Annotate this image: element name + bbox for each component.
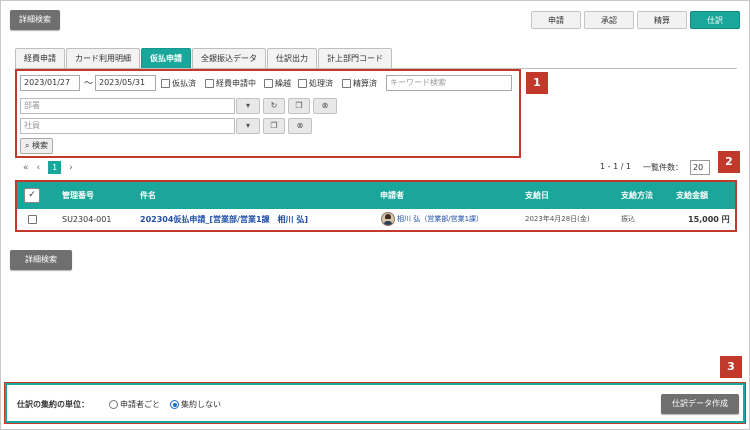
radio-dot[interactable] [170,400,179,409]
tab-bar: 経費申請 カード利用明細 仮払申請 全銀振込データ 仕訳出力 計上部門コード [15,48,393,69]
checkbox-box[interactable] [264,79,273,88]
checkbox-box[interactable] [28,215,37,224]
checkbox-label: 繰越 [275,79,291,88]
employee-select[interactable]: 社員 [20,118,235,134]
mode-tab-approve[interactable]: 承認 [584,11,634,29]
row-amount: 15,000 円 [688,215,730,224]
checkbox-settled[interactable]: 精算済 [342,78,377,89]
clear-icon: ⊗ [321,101,329,110]
mode-tab-settle[interactable]: 精算 [637,11,687,29]
table-row[interactable]: SU2304-001 202304仮払申請_[営業部/営業1課 相川 弘] 相川… [17,209,735,230]
chevron-down-icon: ▾ [245,121,250,130]
search-button[interactable]: ⌕ 検索 [20,138,54,154]
avatar-icon [381,212,395,226]
radio-no-aggregation[interactable]: 集約しない [170,399,221,410]
callout-marker-1: 1 [526,72,548,94]
department-reset-button[interactable]: ↻ [263,98,285,114]
tab-journal-output[interactable]: 仕訳出力 [267,48,317,69]
row-subject-link[interactable]: 202304仮払申請_[営業部/営業1課 相川 弘] [140,209,308,230]
col-header-pay-date[interactable]: 支給日 [525,182,549,209]
detail-search-button-top[interactable]: 詳細検索 [10,10,60,30]
row-pay-date: 2023年4月28日(金) [525,215,590,223]
callout-marker-2: 2 [718,151,740,173]
mode-tabs: 申請 承認 精算 仕訳 [531,11,740,29]
checkbox-label: 処理済 [309,79,333,88]
app-frame: 詳細検索 申請 承認 精算 仕訳 経費申請 カード利用明細 仮払申請 全銀振込デ… [0,0,750,430]
next-page-icon[interactable]: › [69,163,73,173]
department-dropdown-button[interactable]: ▾ [236,98,260,114]
refresh-icon: ↻ [270,101,278,110]
radio-label: 集約しない [181,400,221,409]
employee-copy-button[interactable]: ❐ [263,118,285,134]
search-icon: ⌕ [25,141,30,150]
tab-zengin-transfer[interactable]: 全銀振込データ [192,48,266,69]
employee-clear-button[interactable]: ⊗ [288,118,312,134]
filter-panel: 2023/01/27 ～ 2023/05/31 仮払済 経費申請中 繰越 処理済… [15,69,521,158]
per-page-input[interactable]: 20 [690,160,710,175]
checkbox-box[interactable] [205,79,214,88]
copy-icon: ❐ [270,121,278,130]
table-header: ✓ 管理番号 件名 申請者 支給日 支給方法 支給金額 [17,182,735,209]
employee-dropdown-button[interactable]: ▾ [236,118,260,134]
tab-advance-payment[interactable]: 仮払申請 [141,48,191,69]
prev-page-icon[interactable]: ‹ [37,163,41,173]
create-journal-data-button[interactable]: 仕訳データ作成 [661,394,739,414]
checkbox-box[interactable] [298,79,307,88]
checkbox-box[interactable] [161,79,170,88]
mode-tab-journal[interactable]: 仕訳 [690,11,740,29]
radio-per-applicant[interactable]: 申請者ごと [109,399,160,410]
results-table: ✓ 管理番号 件名 申請者 支給日 支給方法 支給金額 SU2304-001 2… [15,180,737,232]
checkbox-label: 仮払済 [172,79,196,88]
col-header-subject[interactable]: 件名 [140,182,156,209]
checkbox-processed[interactable]: 処理済 [298,78,333,89]
chevron-down-icon: ▾ [245,101,250,110]
current-page-button[interactable]: 1 [48,161,62,174]
row-id: SU2304-001 [62,215,112,224]
checkbox-advance-paid[interactable]: 仮払済 [161,78,196,89]
department-copy-button[interactable]: ❐ [288,98,310,114]
radio-label: 申請者ごと [120,400,160,409]
department-select[interactable]: 部署 [20,98,235,114]
journal-footer-panel: 仕訳の集約の単位： 申請者ごと 集約しない 仕訳データ作成 [4,382,746,424]
clear-icon: ⊗ [296,121,304,130]
col-header-amount[interactable]: 支給金額 [676,182,708,209]
pagination: « ‹ 1 › [23,161,73,174]
row-method: 振込 [621,215,635,223]
tab-department-code[interactable]: 計上部門コード [318,48,392,69]
col-header-method[interactable]: 支給方法 [621,182,653,209]
per-page-label: 一覧件数： [643,163,683,172]
copy-icon: ❐ [295,101,303,110]
date-from-input[interactable]: 2023/01/27 [20,75,80,91]
checkbox-label: 精算済 [353,79,377,88]
department-clear-button[interactable]: ⊗ [313,98,337,114]
detail-search-button-bottom[interactable]: 詳細検索 [10,250,72,270]
radio-dot[interactable] [109,400,118,409]
col-header-applicant[interactable]: 申請者 [380,182,404,209]
keyword-search-input[interactable]: キーワード検索 [386,75,512,91]
col-header-id[interactable]: 管理番号 [62,182,94,209]
aggregation-unit-label: 仕訳の集約の単位： [17,400,89,409]
page-range-text: 1 - 1 / 1 [600,162,632,171]
row-checkbox[interactable] [28,215,39,226]
first-page-icon[interactable]: « [23,163,29,173]
date-to-input[interactable]: 2023/05/31 [95,75,156,91]
callout-marker-3: 3 [720,356,742,378]
select-all-checkbox[interactable]: ✓ [24,188,40,203]
checkbox-expense-pending[interactable]: 経費申請中 [205,78,256,89]
search-button-label: 検索 [32,141,49,150]
tab-expense-application[interactable]: 経費申請 [15,48,65,69]
tab-card-statement[interactable]: カード利用明細 [66,48,140,69]
checkbox-carryover[interactable]: 繰越 [264,78,291,89]
mode-tab-apply[interactable]: 申請 [531,11,581,29]
date-separator: ～ [84,79,94,89]
checkbox-label: 経費申請中 [216,79,256,88]
checkbox-box[interactable] [342,79,351,88]
row-applicant-link[interactable]: 相川 弘（営業部/営業1課） [397,209,483,230]
